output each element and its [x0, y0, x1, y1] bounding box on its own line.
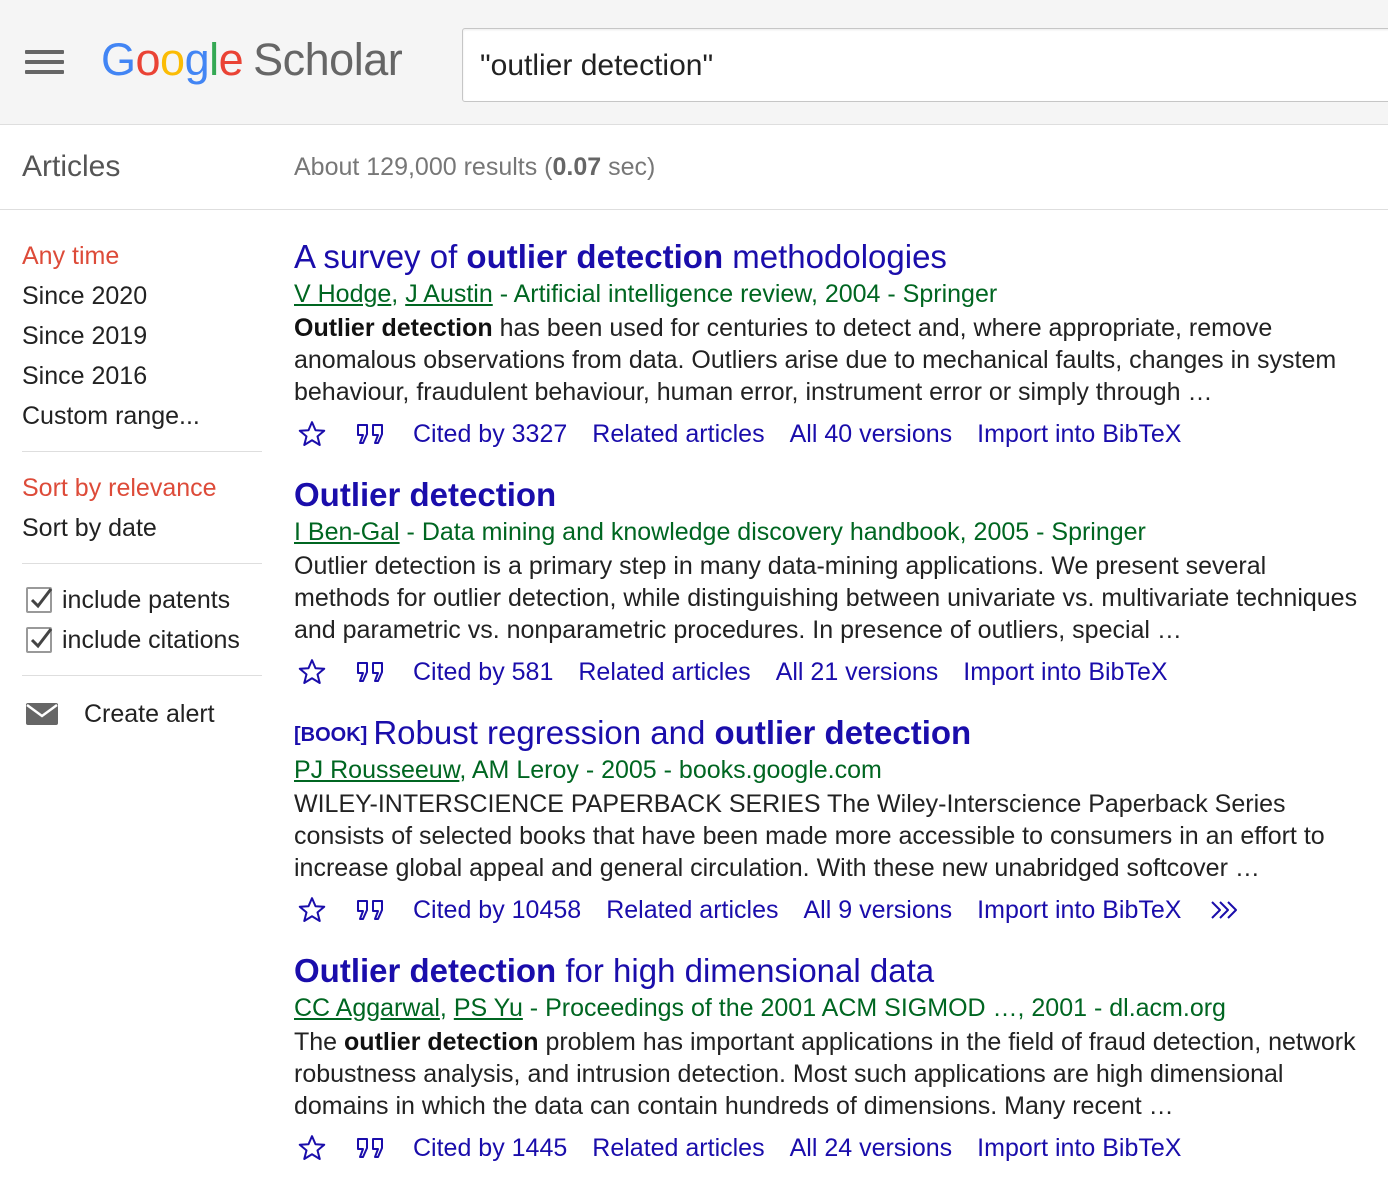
checkmark-icon[interactable]: [26, 587, 53, 613]
author-link[interactable]: I Ben-Gal: [294, 518, 400, 546]
import-bibtex-link[interactable]: Import into BibTeX: [977, 896, 1181, 925]
related-articles-link[interactable]: Related articles: [578, 658, 750, 687]
result-snippet: Outlier detection has been used for cent…: [294, 314, 1337, 406]
result-actions: Cited by 1445 Related articles All 24 ve…: [294, 1126, 1388, 1170]
filter-since-2016[interactable]: Since 2016: [22, 356, 262, 396]
cited-by-link[interactable]: Cited by 581: [413, 658, 553, 687]
result-meta: PJ Rousseeuw, AM Leroy - 2005 - books.go…: [294, 756, 882, 784]
all-versions-link[interactable]: All 9 versions: [804, 896, 953, 925]
create-alert-label: Create alert: [84, 699, 215, 728]
sidebar: Any time Since 2020 Since 2019 Since 201…: [22, 236, 262, 736]
related-articles-link[interactable]: Related articles: [592, 420, 764, 449]
cite-quote-icon[interactable]: [355, 660, 387, 684]
author-link[interactable]: J Austin: [405, 280, 493, 308]
results-count: About 129,000 results (0.07 sec): [294, 153, 656, 181]
result-item: Outlier detection for high dimensional d…: [294, 950, 1388, 1188]
result-snippet: The outlier detection problem has import…: [294, 1028, 1356, 1120]
result-item: Outlier detection I Ben-Gal - Data minin…: [294, 474, 1388, 712]
cited-by-link[interactable]: Cited by 1445: [413, 1134, 567, 1163]
checkmark-icon[interactable]: [26, 627, 53, 653]
all-versions-link[interactable]: All 40 versions: [790, 420, 953, 449]
result-item: A survey of outlier detection methodolog…: [294, 236, 1388, 474]
include-patents-label: include patents: [62, 585, 231, 614]
include-patents-checkbox[interactable]: include patents: [22, 580, 262, 620]
divider: [22, 675, 262, 676]
filter-since-2020[interactable]: Since 2020: [22, 276, 262, 316]
cite-quote-icon[interactable]: [355, 898, 387, 922]
more-double-chevron-icon[interactable]: [1209, 899, 1241, 921]
result-snippet: Outlier detection is a primary step in m…: [294, 552, 1358, 644]
envelope-icon: [26, 703, 58, 725]
search-input[interactable]: [480, 47, 1380, 85]
book-tag: [BOOK]: [294, 724, 368, 746]
filter-any-time[interactable]: Any time: [22, 236, 262, 276]
result-title-link[interactable]: [BOOK] Robust regression and outlier dete…: [294, 712, 1388, 754]
results-subheader: Articles About 129,000 results (0.07 sec…: [0, 126, 1388, 210]
import-bibtex-link[interactable]: Import into BibTeX: [977, 420, 1181, 449]
results-list: A survey of outlier detection methodolog…: [294, 236, 1388, 1188]
result-actions: Cited by 10458 Related articles All 9 ve…: [294, 888, 1388, 932]
filter-custom-range[interactable]: Custom range...: [22, 396, 262, 436]
search-box[interactable]: [462, 28, 1388, 102]
result-meta: CC Aggarwal, PS Yu - Proceedings of the …: [294, 994, 1226, 1022]
include-citations-label: include citations: [62, 625, 240, 654]
result-title-link[interactable]: Outlier detection: [294, 474, 1388, 516]
result-meta: I Ben-Gal - Data mining and knowledge di…: [294, 518, 1146, 546]
related-articles-link[interactable]: Related articles: [592, 1134, 764, 1163]
star-icon[interactable]: [297, 419, 327, 449]
all-versions-link[interactable]: All 21 versions: [776, 658, 939, 687]
sort-by-date[interactable]: Sort by date: [22, 508, 262, 548]
divider: [22, 563, 262, 564]
cited-by-link[interactable]: Cited by 10458: [413, 896, 581, 925]
section-label: Articles: [22, 150, 121, 183]
import-bibtex-link[interactable]: Import into BibTeX: [963, 658, 1167, 687]
result-meta: V Hodge, J Austin - Artificial intellige…: [294, 280, 998, 308]
author-link[interactable]: PS Yu: [454, 994, 523, 1022]
filter-since-2019[interactable]: Since 2019: [22, 316, 262, 356]
sort-group: Sort by relevance Sort by date: [22, 468, 262, 548]
cite-quote-icon[interactable]: [355, 1136, 387, 1160]
result-title-link[interactable]: A survey of outlier detection methodolog…: [294, 236, 1388, 278]
related-articles-link[interactable]: Related articles: [606, 896, 778, 925]
import-bibtex-link[interactable]: Import into BibTeX: [977, 1134, 1181, 1163]
author-link[interactable]: CC Aggarwal: [294, 994, 440, 1022]
google-scholar-logo[interactable]: Google Scholar: [101, 31, 403, 89]
star-icon[interactable]: [297, 1133, 327, 1163]
result-actions: Cited by 581 Related articles All 21 ver…: [294, 650, 1388, 694]
author-link[interactable]: PJ Rousseeuw: [294, 756, 459, 784]
result-snippet: WILEY-INTERSCIENCE PAPERBACK SERIES The …: [294, 790, 1325, 882]
create-alert-button[interactable]: Create alert: [22, 692, 262, 736]
all-versions-link[interactable]: All 24 versions: [790, 1134, 953, 1163]
divider: [22, 451, 262, 452]
time-filter-group: Any time Since 2020 Since 2019 Since 201…: [22, 236, 262, 436]
sort-by-relevance[interactable]: Sort by relevance: [22, 468, 262, 508]
top-header: Google Scholar: [0, 0, 1388, 125]
hamburger-menu-icon[interactable]: [25, 50, 65, 74]
star-icon[interactable]: [297, 657, 327, 687]
author-link[interactable]: V Hodge: [294, 280, 391, 308]
result-title-link[interactable]: Outlier detection for high dimensional d…: [294, 950, 1388, 992]
result-actions: Cited by 3327 Related articles All 40 ve…: [294, 412, 1388, 456]
cited-by-link[interactable]: Cited by 3327: [413, 420, 567, 449]
result-item: [BOOK] Robust regression and outlier dete…: [294, 712, 1388, 950]
star-icon[interactable]: [297, 895, 327, 925]
include-citations-checkbox[interactable]: include citations: [22, 620, 262, 660]
cite-quote-icon[interactable]: [355, 422, 387, 446]
